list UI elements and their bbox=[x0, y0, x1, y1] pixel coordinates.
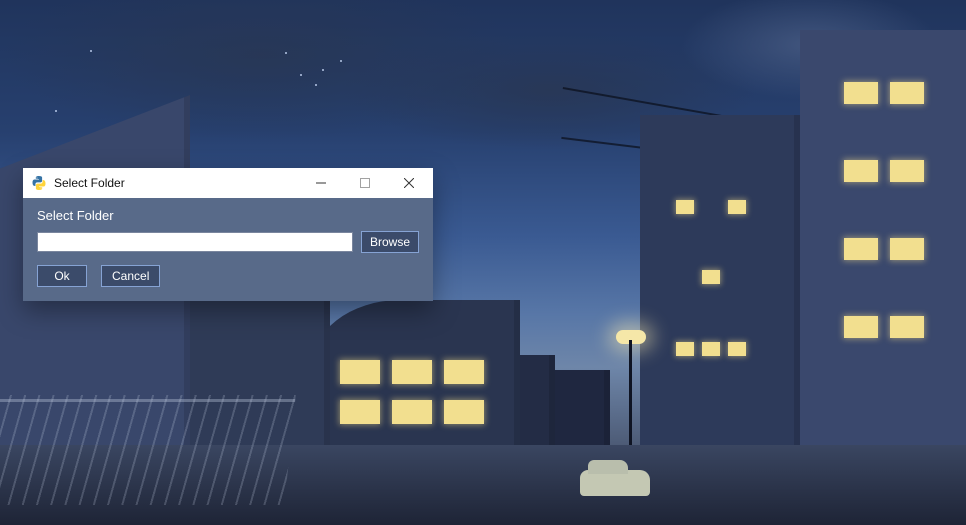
wallpaper-window-light bbox=[702, 342, 720, 356]
wallpaper-window-light bbox=[844, 82, 878, 104]
wallpaper-star bbox=[322, 69, 324, 71]
wallpaper-window-light bbox=[392, 360, 432, 384]
maximize-button[interactable] bbox=[343, 168, 387, 198]
wallpaper-window-light bbox=[844, 160, 878, 182]
ok-button[interactable]: Ok bbox=[37, 265, 87, 287]
close-button[interactable] bbox=[387, 168, 431, 198]
wallpaper-window-light bbox=[728, 342, 746, 356]
desktop: Select Folder Select Folder Browse Ok Ca… bbox=[0, 0, 966, 525]
wallpaper-star bbox=[340, 60, 342, 62]
wallpaper-window-light bbox=[844, 316, 878, 338]
wallpaper-window-light bbox=[340, 360, 380, 384]
wallpaper-window-light bbox=[340, 400, 380, 424]
wallpaper-star bbox=[55, 110, 57, 112]
wallpaper-star bbox=[300, 74, 302, 76]
wallpaper-window-light bbox=[890, 316, 924, 338]
select-folder-dialog: Select Folder Select Folder Browse Ok Ca… bbox=[23, 168, 433, 301]
window-title: Select Folder bbox=[54, 176, 299, 190]
wallpaper-window-light bbox=[444, 360, 484, 384]
wallpaper-window-light bbox=[392, 400, 432, 424]
wallpaper-window-light bbox=[728, 200, 746, 214]
wallpaper-window-light bbox=[890, 82, 924, 104]
wallpaper-star bbox=[90, 50, 92, 52]
wallpaper-window-light bbox=[444, 400, 484, 424]
titlebar[interactable]: Select Folder bbox=[23, 168, 433, 198]
wallpaper-window-light bbox=[702, 270, 720, 284]
wallpaper-window-light bbox=[844, 238, 878, 260]
browse-button[interactable]: Browse bbox=[361, 231, 419, 253]
wallpaper-window-light bbox=[890, 160, 924, 182]
select-folder-label: Select Folder bbox=[37, 208, 419, 223]
wallpaper-car bbox=[580, 470, 650, 496]
wallpaper-window-light bbox=[890, 238, 924, 260]
cancel-button[interactable]: Cancel bbox=[101, 265, 160, 287]
wallpaper-fence bbox=[0, 395, 296, 505]
folder-path-input[interactable] bbox=[37, 232, 353, 252]
wallpaper-window-light bbox=[676, 342, 694, 356]
wallpaper-star bbox=[315, 84, 317, 86]
wallpaper-window-light bbox=[676, 200, 694, 214]
python-icon bbox=[31, 175, 47, 191]
wallpaper-star bbox=[285, 52, 287, 54]
minimize-button[interactable] bbox=[299, 168, 343, 198]
dialog-client-area: Select Folder Browse Ok Cancel bbox=[23, 198, 433, 301]
